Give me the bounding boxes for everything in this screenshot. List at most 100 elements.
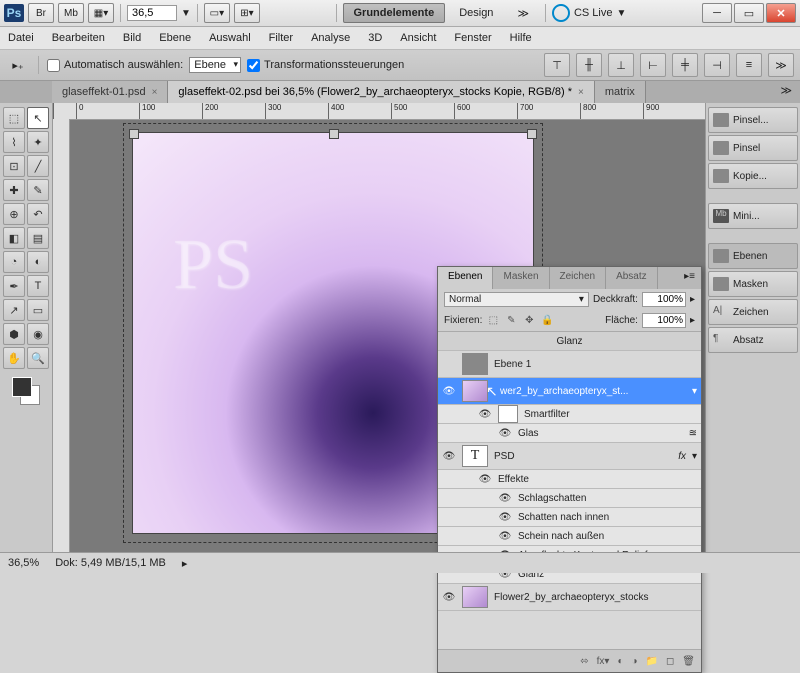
layer-row-effect[interactable]: 👁Schlagschatten xyxy=(438,489,701,508)
layer-row-effect[interactable]: 👁Schatten nach innen xyxy=(438,508,701,527)
3d-tool[interactable]: ⬢ xyxy=(3,323,25,345)
cs-live-button[interactable]: CS Live▼ xyxy=(552,4,626,22)
tab-overflow-button[interactable]: ≫ xyxy=(772,81,800,103)
layer-row-effects[interactable]: 👁Effekte xyxy=(438,470,701,489)
marquee-tool[interactable]: ⬚ xyxy=(3,107,25,129)
transform-handle[interactable] xyxy=(129,129,139,139)
visibility-toggle[interactable]: 👁 xyxy=(478,474,492,485)
layers-panel[interactable]: Ebenen Masken Zeichen Absatz ▸≡ Normal▾ … xyxy=(437,266,702,673)
zoom-tool[interactable]: 🔍 xyxy=(27,347,49,369)
layer-fx-button[interactable]: fx▾ xyxy=(597,656,610,667)
crop-tool[interactable]: ⊡ xyxy=(3,155,25,177)
workspace-design-button[interactable]: Design xyxy=(449,4,503,22)
mini-bridge-button[interactable]: Mb xyxy=(58,3,84,23)
opacity-slider-icon[interactable]: ▸ xyxy=(690,294,695,305)
panel-ebenen-button[interactable]: Ebenen xyxy=(708,243,798,269)
panel-masken-button[interactable]: Masken xyxy=(708,271,798,297)
menu-datei[interactable]: Datei xyxy=(8,32,34,44)
tab-matrix[interactable]: matrix xyxy=(595,81,646,103)
adjustment-layer-button[interactable]: ◑ xyxy=(631,656,637,667)
align-bottom-button[interactable]: ⊥ xyxy=(608,53,634,77)
magic-wand-tool[interactable]: ✦ xyxy=(27,131,49,153)
transform-handle[interactable] xyxy=(527,129,537,139)
pen-tool[interactable]: ✒ xyxy=(3,275,25,297)
new-group-button[interactable]: 📁 xyxy=(646,656,658,667)
layer-row[interactable]: Ebene 1 xyxy=(438,351,701,378)
tab-masken[interactable]: Masken xyxy=(493,267,549,289)
align-top-button[interactable]: ⊤ xyxy=(544,53,570,77)
status-zoom[interactable]: 36,5% xyxy=(8,557,39,569)
distribute-button[interactable]: ≡ xyxy=(736,53,762,77)
minimize-button[interactable]: ─ xyxy=(702,3,732,23)
layer-row-effect[interactable]: 👁Schein nach außen xyxy=(438,527,701,546)
menu-ansicht[interactable]: Ansicht xyxy=(400,32,436,44)
fill-input[interactable] xyxy=(642,313,686,328)
panel-mini-bridge-button[interactable]: MbMini... xyxy=(708,203,798,229)
menu-fenster[interactable]: Fenster xyxy=(454,32,491,44)
close-button[interactable]: ✕ xyxy=(766,3,796,23)
status-dok[interactable]: Dok: 5,49 MB/15,1 MB xyxy=(55,557,166,569)
visibility-toggle[interactable]: 👁 xyxy=(442,386,456,397)
panel-menu-button[interactable]: ▸≡ xyxy=(678,267,701,289)
path-tool[interactable]: ↗ xyxy=(3,299,25,321)
zoom-dropdown-icon[interactable]: ▼ xyxy=(181,8,191,19)
screen-mode-button[interactable]: ⊞▾ xyxy=(234,3,260,23)
tab-glaseffekt-02[interactable]: glaseffekt-02.psd bei 36,5% (Flower2_by_… xyxy=(168,81,594,103)
transform-handle[interactable] xyxy=(329,129,339,139)
menu-bearbeiten[interactable]: Bearbeiten xyxy=(52,32,105,44)
visibility-toggle[interactable]: 👁 xyxy=(442,451,456,462)
color-swatches[interactable] xyxy=(12,377,40,405)
status-arrow-icon[interactable]: ▸ xyxy=(182,557,188,570)
eyedropper-tool[interactable]: ╱ xyxy=(27,155,49,177)
bridge-button[interactable]: Br xyxy=(28,3,54,23)
lasso-tool[interactable]: ⌇ xyxy=(3,131,25,153)
layer-row[interactable]: 👁Flower2_by_archaeopteryx_stocks xyxy=(438,584,701,611)
menu-bild[interactable]: Bild xyxy=(123,32,141,44)
brush-tool[interactable]: ✎ xyxy=(27,179,49,201)
history-brush-tool[interactable]: ↶ xyxy=(27,203,49,225)
auto-select-target-dropdown[interactable]: Ebene xyxy=(189,57,241,73)
3d-camera-tool[interactable]: ◉ xyxy=(27,323,49,345)
panel-absatz-button[interactable]: ¶Absatz xyxy=(708,327,798,353)
zoom-input[interactable] xyxy=(127,5,177,21)
link-layers-button[interactable]: ⬄ xyxy=(580,656,588,667)
close-icon[interactable]: × xyxy=(152,87,158,98)
gradient-tool[interactable]: ▤ xyxy=(27,227,49,249)
visibility-toggle[interactable]: 👁 xyxy=(478,409,492,420)
shape-tool[interactable]: ▭ xyxy=(27,299,49,321)
current-tool-icon[interactable]: ▸₊ xyxy=(6,56,30,74)
workspace-grundelemente-button[interactable]: Grundelemente xyxy=(343,3,446,23)
extras-button[interactable]: ▦▾ xyxy=(88,3,114,23)
layer-group-header[interactable]: Glanz xyxy=(438,332,701,351)
delete-layer-button[interactable]: 🗑 xyxy=(682,656,695,667)
layer-row-smartfilter[interactable]: 👁Smartfilter xyxy=(438,405,701,424)
tab-glaseffekt-01[interactable]: glaseffekt-01.psd× xyxy=(52,81,168,103)
blend-mode-dropdown[interactable]: Normal▾ xyxy=(444,292,589,307)
menu-filter[interactable]: Filter xyxy=(269,32,293,44)
dodge-tool[interactable]: ◐ xyxy=(27,251,49,273)
layer-row[interactable]: 👁↖wer2_by_archaeopteryx_st...▾ xyxy=(438,378,701,405)
panel-zeichen-button[interactable]: A|Zeichen xyxy=(708,299,798,325)
layer-row[interactable]: 👁TPSDfx▾ xyxy=(438,443,701,470)
more-align-button[interactable]: ≫ xyxy=(768,53,794,77)
tab-ebenen[interactable]: Ebenen xyxy=(438,267,493,289)
menu-ebene[interactable]: Ebene xyxy=(159,32,191,44)
maximize-button[interactable]: ▭ xyxy=(734,3,764,23)
workspace-more-button[interactable]: ≫ xyxy=(507,4,539,23)
layer-row-glas[interactable]: 👁Glas≊ xyxy=(438,424,701,443)
tab-zeichen[interactable]: Zeichen xyxy=(550,267,607,289)
tab-absatz[interactable]: Absatz xyxy=(606,267,658,289)
menu-hilfe[interactable]: Hilfe xyxy=(510,32,532,44)
menu-auswahl[interactable]: Auswahl xyxy=(209,32,251,44)
lock-pixels-button[interactable]: ⬚ xyxy=(486,314,500,328)
visibility-toggle[interactable]: 👁 xyxy=(442,592,456,603)
visibility-toggle[interactable]: 👁 xyxy=(498,531,512,542)
new-layer-button[interactable]: ◻ xyxy=(666,656,674,667)
align-vcenter-button[interactable]: ╫ xyxy=(576,53,602,77)
visibility-toggle[interactable]: 👁 xyxy=(498,493,512,504)
opacity-input[interactable] xyxy=(642,292,686,307)
visibility-toggle[interactable]: 👁 xyxy=(498,512,512,523)
lock-move-button[interactable]: ✥ xyxy=(522,314,536,328)
auto-select-checkbox[interactable]: Automatisch auswählen: xyxy=(47,59,183,72)
lock-brush-button[interactable]: ✎ xyxy=(504,314,518,328)
